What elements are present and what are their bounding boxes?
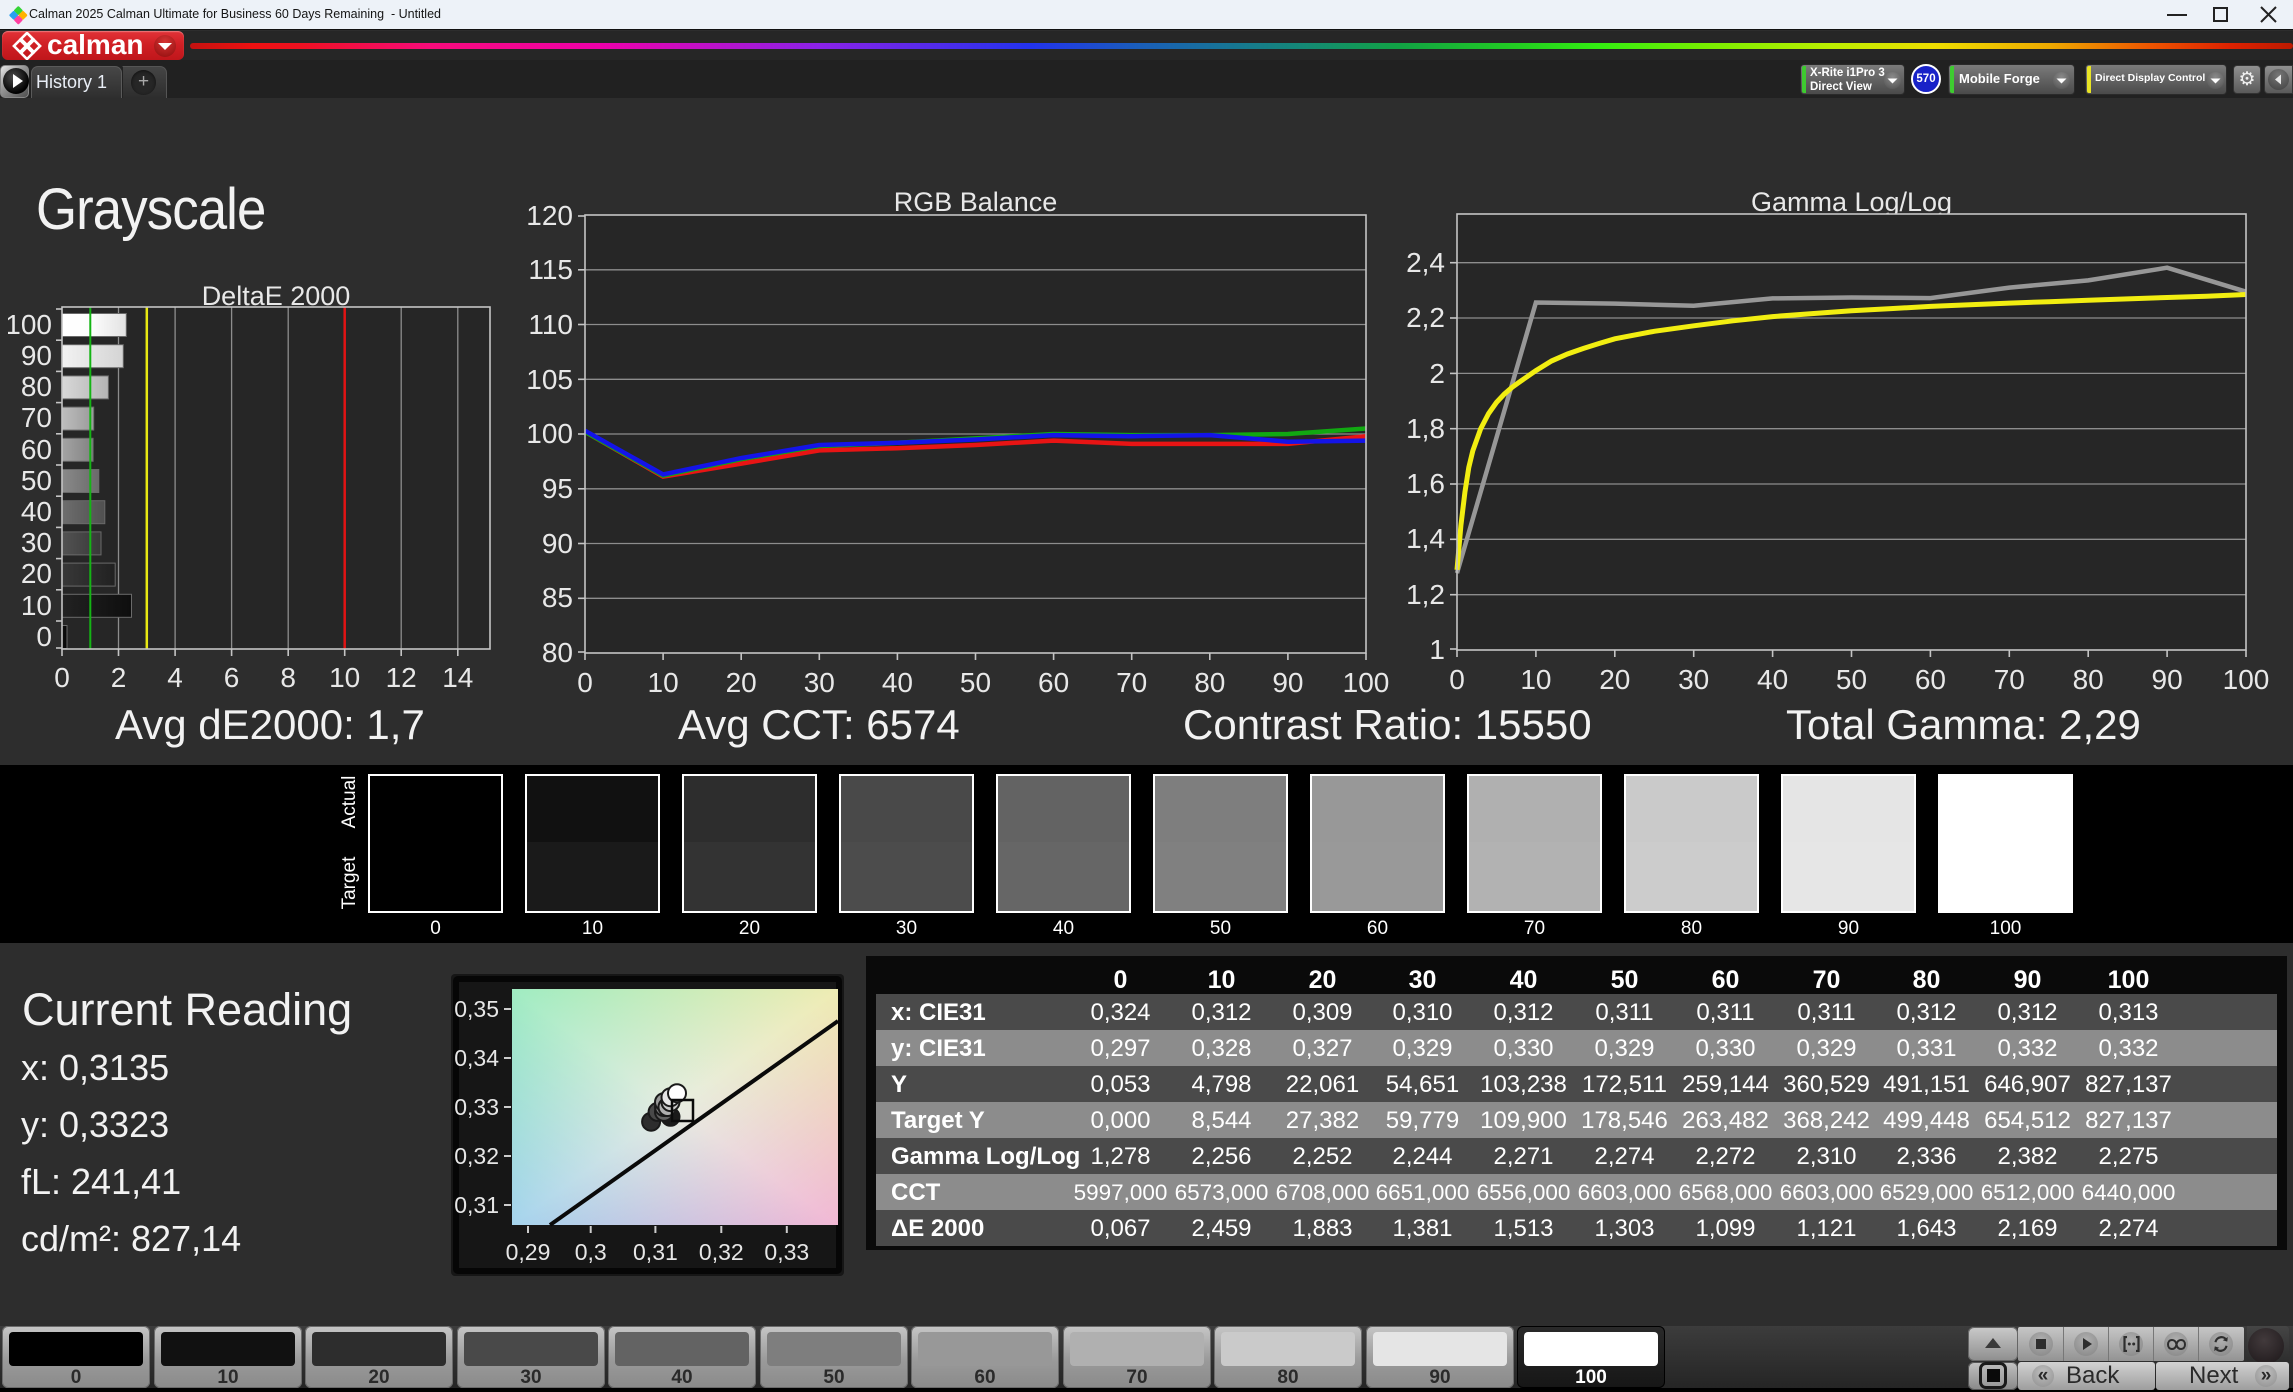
svg-text:115: 115	[528, 254, 573, 285]
svg-text:100: 100	[2223, 664, 2270, 695]
svg-text:0: 0	[1449, 664, 1465, 695]
svg-text:100: 100	[1343, 667, 1390, 698]
svg-text:1,8: 1,8	[1406, 413, 1445, 444]
svg-text:100: 100	[526, 418, 573, 449]
svg-text:0,33: 0,33	[454, 1094, 499, 1120]
svg-text:90: 90	[1272, 667, 1303, 698]
svg-text:90: 90	[21, 340, 52, 371]
svg-text:0,32: 0,32	[699, 1239, 744, 1265]
svg-text:1: 1	[1429, 634, 1445, 665]
svg-text:2,4: 2,4	[1406, 247, 1445, 278]
svg-text:2: 2	[111, 662, 127, 693]
svg-text:4: 4	[167, 662, 183, 693]
svg-text:105: 105	[526, 364, 573, 395]
svg-text:20: 20	[1599, 664, 1630, 695]
svg-text:0,31: 0,31	[454, 1192, 499, 1218]
svg-text:90: 90	[542, 528, 573, 559]
svg-text:10: 10	[648, 667, 679, 698]
svg-text:30: 30	[1678, 664, 1709, 695]
svg-text:40: 40	[882, 667, 913, 698]
svg-text:1,4: 1,4	[1406, 523, 1445, 554]
svg-text:14: 14	[442, 662, 473, 693]
svg-text:0: 0	[54, 662, 70, 693]
svg-text:0: 0	[577, 667, 593, 698]
svg-text:0,29: 0,29	[506, 1239, 551, 1265]
svg-text:30: 30	[804, 667, 835, 698]
svg-text:12: 12	[386, 662, 417, 693]
svg-text:8: 8	[280, 662, 296, 693]
svg-text:85: 85	[542, 582, 573, 613]
svg-text:60: 60	[21, 434, 52, 465]
svg-text:60: 60	[1915, 664, 1946, 695]
svg-text:10: 10	[21, 590, 52, 621]
svg-text:20: 20	[726, 667, 757, 698]
svg-text:10: 10	[1520, 664, 1551, 695]
svg-text:70: 70	[21, 402, 52, 433]
svg-text:30: 30	[21, 527, 52, 558]
svg-text:60: 60	[1038, 667, 1069, 698]
svg-text:70: 70	[1994, 664, 2025, 695]
svg-text:0,35: 0,35	[454, 996, 499, 1022]
svg-text:0,3: 0,3	[575, 1239, 607, 1265]
svg-text:6: 6	[224, 662, 240, 693]
svg-text:1,2: 1,2	[1406, 579, 1445, 610]
svg-text:0,31: 0,31	[633, 1239, 678, 1265]
svg-text:120: 120	[526, 205, 573, 231]
svg-text:100: 100	[8, 309, 52, 340]
svg-text:10: 10	[329, 662, 360, 693]
svg-text:40: 40	[1757, 664, 1788, 695]
svg-text:110: 110	[528, 309, 573, 340]
svg-text:0,33: 0,33	[764, 1239, 809, 1265]
svg-text:80: 80	[1194, 667, 1225, 698]
svg-text:80: 80	[2073, 664, 2104, 695]
svg-text:50: 50	[1836, 664, 1867, 695]
svg-text:50: 50	[960, 667, 991, 698]
svg-text:2,2: 2,2	[1406, 302, 1445, 333]
svg-text:70: 70	[1116, 667, 1147, 698]
svg-text:2: 2	[1429, 358, 1445, 389]
svg-text:0,32: 0,32	[454, 1143, 499, 1169]
svg-text:20: 20	[21, 558, 52, 589]
svg-text:80: 80	[542, 637, 573, 668]
svg-text:0: 0	[36, 621, 52, 652]
svg-text:50: 50	[21, 465, 52, 496]
svg-text:90: 90	[2152, 664, 2183, 695]
svg-text:80: 80	[21, 371, 52, 402]
svg-text:1,6: 1,6	[1406, 468, 1445, 499]
svg-text:40: 40	[21, 496, 52, 527]
svg-text:95: 95	[542, 473, 573, 504]
svg-text:0,34: 0,34	[454, 1045, 499, 1071]
